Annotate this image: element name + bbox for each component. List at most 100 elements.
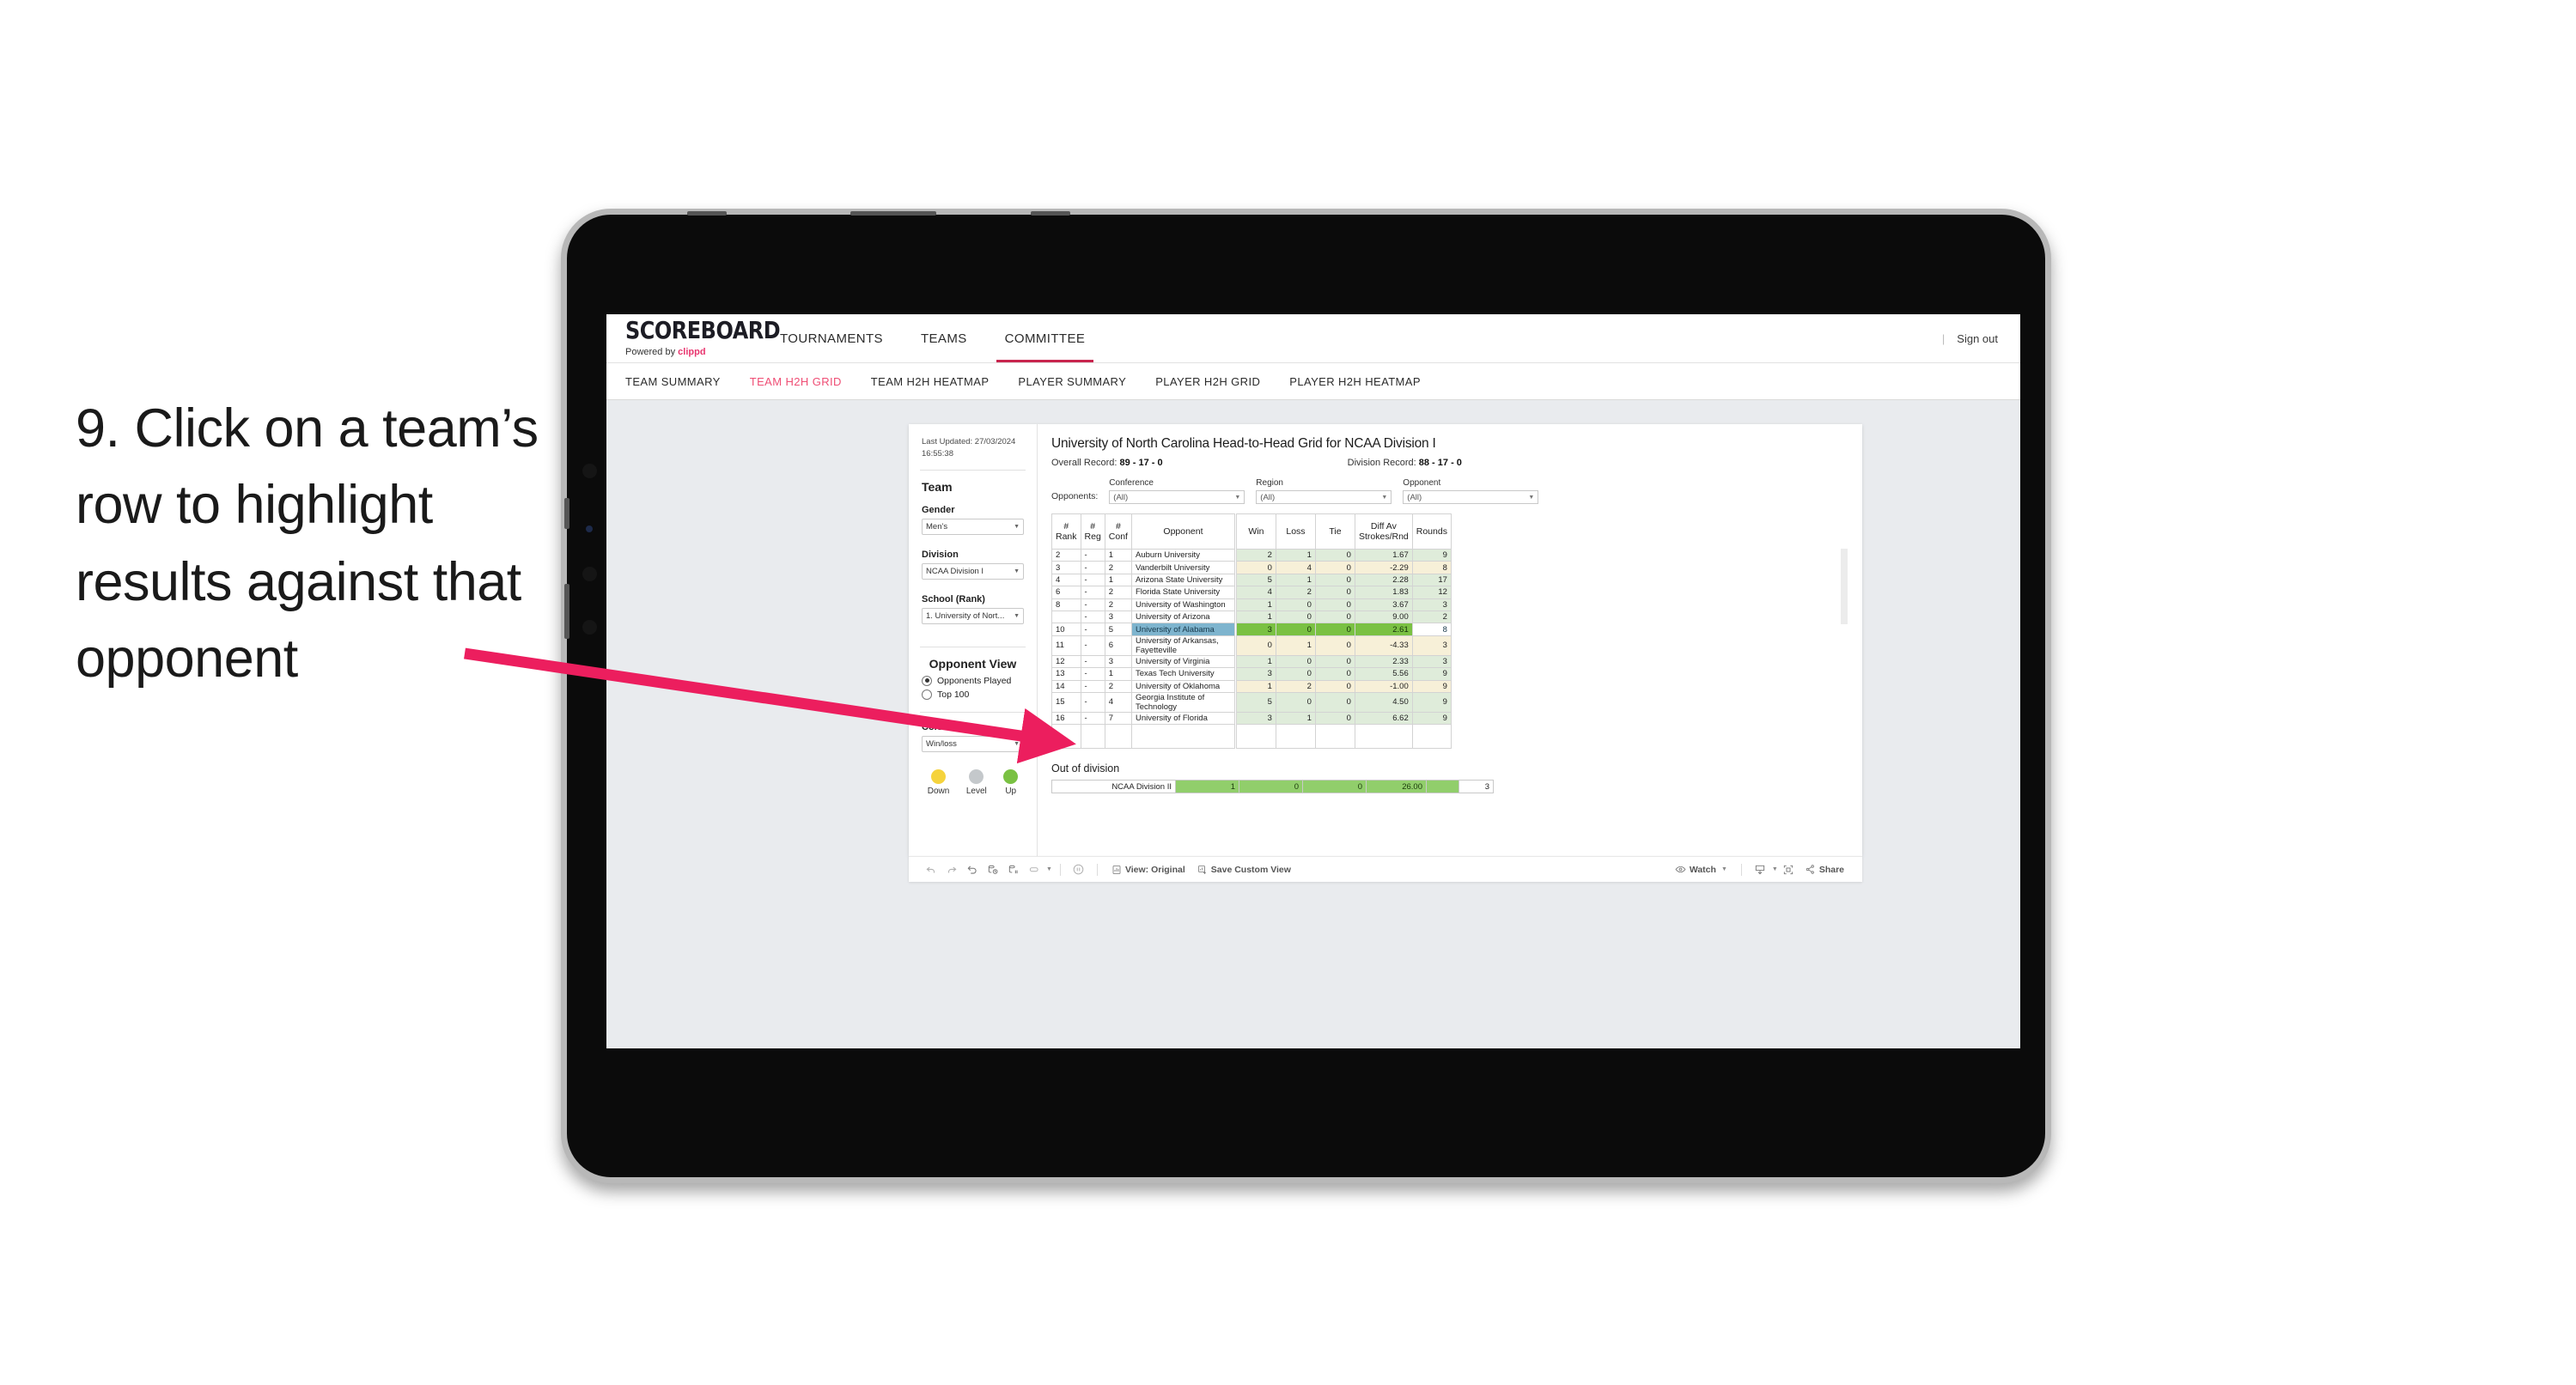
chevron-down-icon: ▼ (1234, 494, 1241, 501)
th-diff-av-strokes: Diff Av Strokes/Rnd (1354, 513, 1413, 550)
subnav-team-h2h-grid[interactable]: TEAM H2H GRID (750, 375, 842, 388)
nav-tab-tournaments[interactable]: TOURNAMENTS (761, 314, 902, 362)
cell-reg: - (1080, 573, 1105, 587)
cell-reg: - (1080, 548, 1105, 562)
out-of-division-row[interactable]: NCAA Division II 1 0 0 26.00 3 (1051, 780, 1494, 794)
cell-loss: 4 (1275, 561, 1316, 574)
filler-cell (1104, 724, 1132, 750)
visualization-panel: Last Updated: 27/03/2024 16:55:38 Team G… (909, 424, 1862, 856)
table-row[interactable]: 11-6 University of Arkansas, Fayetteville… (1051, 635, 1452, 656)
th-opponent: Opponent (1130, 513, 1235, 550)
radio-opponents-played[interactable]: Opponents Played (922, 675, 1024, 686)
cell-tie: 0 (1314, 561, 1355, 574)
subnav-team-h2h-heatmap[interactable]: TEAM H2H HEATMAP (871, 375, 990, 388)
revert-icon[interactable] (962, 862, 983, 878)
sign-out-link[interactable]: Sign out (1957, 332, 1998, 345)
subnav-player-h2h-grid[interactable]: PLAYER H2H GRID (1155, 375, 1260, 388)
save-custom-view-button[interactable]: Save Custom View (1197, 865, 1291, 875)
chevron-down-icon[interactable]: ▼ (1772, 866, 1778, 872)
chevron-down-icon: ▼ (1014, 740, 1020, 747)
table-row[interactable]: 15-4 Georgia Institute of Technology 5 0 0 4.… (1051, 691, 1452, 713)
last-updated-label: Last Updated: 27/03/2024 16:55:38 (922, 437, 1016, 459)
pause-auto-update-icon[interactable] (1069, 862, 1089, 878)
legend-label-up: Up (1005, 786, 1017, 796)
cell-win: 1 (1235, 654, 1276, 669)
watch-button[interactable]: Watch ▼ (1675, 864, 1727, 875)
legend-dot-down (931, 768, 947, 784)
filler-cell (1354, 724, 1413, 750)
table-row[interactable]: 16-7 University of Florida 3 1 0 6.62 9 (1051, 711, 1452, 726)
school-value: 1. University of Nort... (926, 610, 1005, 621)
view-original-button[interactable]: View: Original (1111, 865, 1185, 875)
cell-rounds: 3 (1411, 654, 1452, 669)
nav-tab-committee[interactable]: COMMITTEE (986, 314, 1105, 362)
bezel-dot-2 (582, 567, 597, 581)
table-row[interactable]: 12-3 University of Virginia 1 0 0 2.33 3 (1051, 654, 1452, 669)
table-row[interactable]: 10-5 University of Alabama 3 0 0 2.61 8 (1051, 623, 1452, 636)
gender-select[interactable]: Men’s ▼ (922, 518, 1024, 535)
table-row[interactable]: 3-2 Vanderbilt University 0 4 0 -2.29 8 (1051, 561, 1452, 574)
tablet-screen: SCOREBOARD Powered by clippd TOURNAMENTS… (606, 314, 2020, 1048)
redo-icon[interactable] (941, 862, 962, 878)
subnav-team-summary[interactable]: TEAM SUMMARY (625, 375, 721, 388)
division-select[interactable]: NCAA Division I ▼ (922, 562, 1024, 580)
table-head: # Rank # Reg # Conf Opponent Win Loss Tie D… (1051, 513, 1452, 550)
cell-rank (1051, 610, 1081, 624)
chevron-down-icon: ▼ (1381, 494, 1388, 501)
filter-conference-select[interactable]: (All) ▼ (1109, 490, 1245, 504)
cell-conf: 2 (1104, 679, 1132, 693)
cell-diff: 3.67 (1354, 598, 1413, 611)
cell-loss: 2 (1275, 586, 1316, 599)
records-row: Overall Record: 89 - 17 - 0 Division Rec… (1051, 458, 1847, 468)
logo-brand: clippd (678, 346, 706, 357)
gender-label: Gender (922, 504, 955, 515)
bezel-camera-icon (586, 525, 593, 532)
undo-icon[interactable] (921, 862, 941, 878)
cell-diff: -1.00 (1354, 679, 1413, 693)
cell-win: 1 (1235, 598, 1276, 611)
cell-reg: - (1080, 679, 1105, 693)
radio-top-100-label: Top 100 (937, 689, 970, 700)
download-icon[interactable] (1750, 862, 1770, 878)
nav-tab-teams[interactable]: TEAMS (902, 314, 986, 362)
table-vertical-scrollbar[interactable] (1841, 549, 1848, 624)
app-logo[interactable]: SCOREBOARD Powered by clippd (606, 314, 781, 362)
table-row[interactable]: 2-1 Auburn University 2 1 0 1.67 9 (1051, 548, 1452, 562)
toolbar-divider-2 (1096, 863, 1098, 876)
table-row[interactable]: 8-2 University of Washington 1 0 0 3.67 3 (1051, 598, 1452, 611)
overall-record-label: Overall Record: (1051, 458, 1120, 468)
dashboard-canvas: Last Updated: 27/03/2024 16:55:38 Team G… (606, 400, 2020, 1048)
table-row[interactable]: 6-2 Florida State University 4 2 0 1.83 12 (1051, 586, 1452, 599)
table-row[interactable]: 13-1 Texas Tech University 3 0 0 5.56 9 (1051, 667, 1452, 681)
pause-data-icon[interactable] (1003, 862, 1024, 878)
top-nav-right-group: | Sign out (1942, 314, 2020, 362)
highlight-icon[interactable] (1024, 862, 1044, 878)
colour-by-select[interactable]: Win/loss ▼ (922, 735, 1024, 752)
refresh-data-icon[interactable] (983, 862, 1003, 878)
filter-region-select[interactable]: (All) ▼ (1256, 490, 1392, 504)
table-row[interactable]: 4-1 Arizona State University 5 1 0 2.28 17 (1051, 573, 1452, 587)
table-row[interactable]: -3 University of Arizona 1 0 0 9.00 2 (1051, 610, 1452, 624)
th-tie: Tie (1314, 513, 1355, 550)
school-select[interactable]: 1. University of Nort... ▼ (922, 607, 1024, 624)
cell-win: 4 (1235, 586, 1276, 599)
subnav-player-summary[interactable]: PLAYER SUMMARY (1018, 375, 1126, 388)
cell-opponent: Texas Tech University (1130, 667, 1235, 681)
cell-rounds: 8 (1411, 561, 1452, 574)
cell-diff: 2.28 (1354, 573, 1413, 587)
fullscreen-icon[interactable] (1778, 862, 1799, 878)
cell-tie: 0 (1314, 667, 1355, 681)
share-button[interactable]: Share (1805, 864, 1844, 875)
filter-opponent-label: Opponent (1403, 478, 1441, 488)
th-rounds: Rounds (1411, 513, 1452, 550)
cell-diff: 2.33 (1354, 654, 1413, 669)
legend-label-level: Level (965, 786, 987, 796)
chevron-down-icon[interactable]: ▼ (1046, 866, 1052, 872)
th-loss: Loss (1275, 513, 1316, 550)
subnav-player-h2h-heatmap[interactable]: PLAYER H2H HEATMAP (1289, 375, 1421, 388)
table-row[interactable]: 14-2 University of Oklahoma 1 2 0 -1.00 9 (1051, 679, 1452, 693)
radio-top-100[interactable]: Top 100 (922, 689, 1024, 700)
th-conf: # Conf (1104, 513, 1132, 550)
filter-opponent-select[interactable]: (All) ▼ (1403, 490, 1539, 504)
logo-title: SCOREBOARD (625, 316, 781, 344)
